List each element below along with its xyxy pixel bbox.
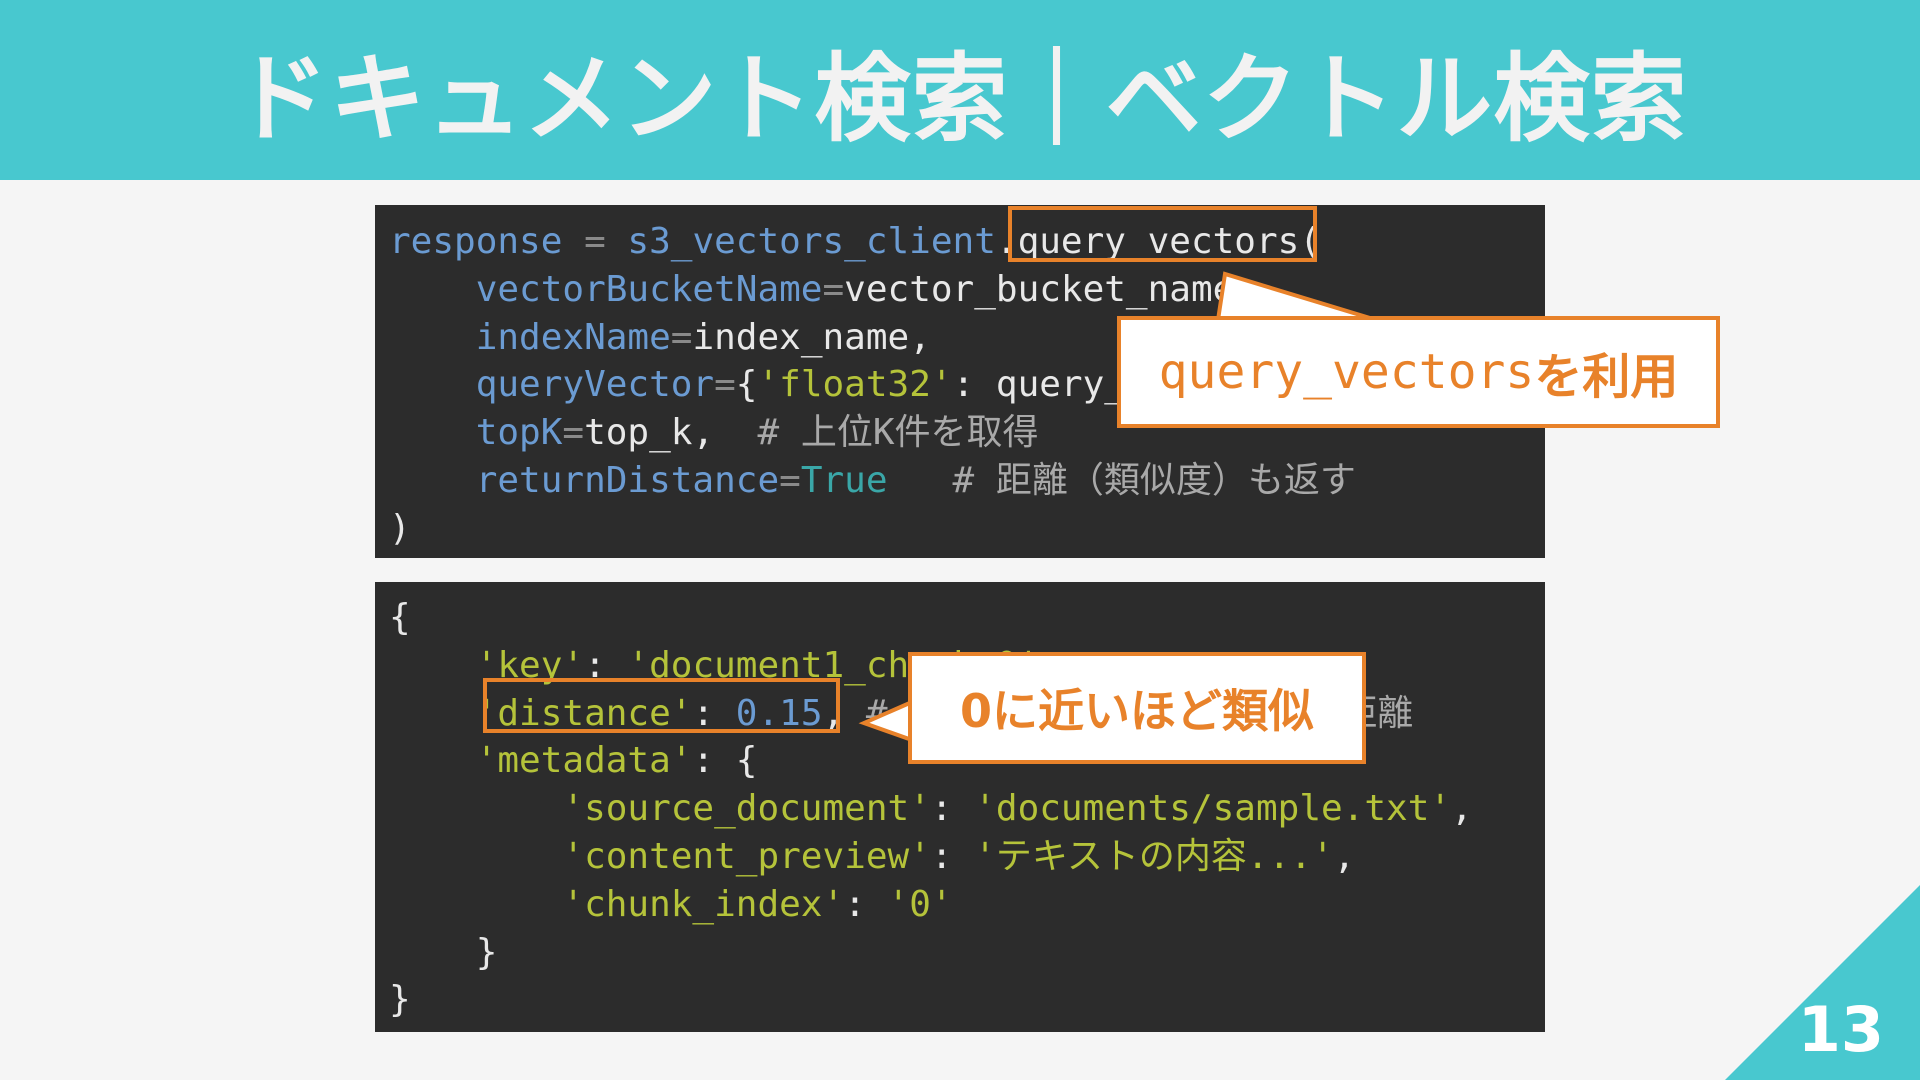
- code-token: 'content_preview': [389, 835, 931, 877]
- code-token: ,: [1333, 835, 1356, 877]
- code-token: topK: [389, 412, 563, 454]
- code-token: =: [670, 316, 693, 358]
- code-line: response = s3_vectors_client.query_vecto…: [389, 218, 1545, 266]
- callout-1-text: を利用: [1534, 349, 1679, 405]
- code-token: vector_bucket_name,: [844, 268, 1256, 310]
- callout-1-code: query_vectors: [1158, 344, 1535, 400]
- code-token: 'chunk_index': [389, 883, 845, 925]
- code-token: =: [714, 364, 736, 406]
- code-token: s3_vectors_client: [627, 221, 996, 262]
- slide-header: ドキュメント検索｜ベクトル検索: [0, 0, 1920, 180]
- code-token: queryVector: [389, 364, 715, 406]
- code-token: }: [389, 931, 498, 973]
- code-token: 'documents/sample.txt': [974, 788, 1452, 830]
- code-token: :: [930, 835, 975, 877]
- callout-query-vectors: query_vectors を利用: [1117, 316, 1720, 428]
- code-token: 'source_document': [389, 788, 931, 830]
- slide-title: ドキュメント検索｜ベクトル検索: [232, 42, 1688, 155]
- code-token: # 上位K件を取得: [714, 412, 1039, 454]
- code-token: 'float32': [757, 364, 953, 406]
- code-line: }: [389, 976, 1545, 1024]
- page-number: 13: [1797, 993, 1884, 1066]
- code-line: 'source_document': 'documents/sample.txt…: [389, 785, 1545, 833]
- code-token: :: [844, 883, 888, 925]
- code-token: top_k,: [584, 412, 715, 454]
- code-block-response: { 'key': 'document1_chunk_0', 'distance'…: [375, 582, 1545, 1032]
- code-token: }: [389, 979, 411, 1021]
- code-line: }: [389, 929, 1545, 977]
- callout-2-text: 0に近いほど類似: [959, 684, 1314, 738]
- code-line: ): [389, 505, 1545, 553]
- code-token: True: [800, 459, 888, 501]
- code-line: 'chunk_index': '0': [389, 881, 1545, 929]
- code-token: '0': [887, 883, 953, 925]
- code-token: =: [822, 268, 845, 310]
- code-token: # 距離（類似度）も返す: [887, 459, 1356, 501]
- code-token: 'テキストの内容...': [974, 835, 1334, 877]
- code-token: index_name,: [692, 316, 931, 358]
- code-token: : {: [692, 740, 758, 782]
- code-token: {: [389, 597, 411, 638]
- highlight-distance: [483, 678, 840, 733]
- code-token: 'metadata': [389, 740, 693, 782]
- code-line: returnDistance=True # 距離（類似度）も返す: [389, 457, 1545, 505]
- code-token: ,: [1451, 788, 1473, 830]
- code-token: indexName: [389, 316, 671, 358]
- code-token: :: [930, 788, 975, 830]
- code-token: ): [389, 507, 411, 549]
- code-token: {: [735, 364, 758, 406]
- code-token: returnDistance: [389, 459, 780, 501]
- code-token: =: [562, 221, 628, 262]
- code-line: 'content_preview': 'テキストの内容...',: [389, 833, 1545, 881]
- code-token: vectorBucketName: [389, 268, 823, 310]
- code-token: =: [779, 459, 801, 501]
- code-line: vectorBucketName=vector_bucket_name,: [389, 266, 1545, 314]
- code-line: {: [389, 594, 1545, 642]
- callout-distance: 0に近いほど類似: [908, 652, 1366, 764]
- code-token: response: [389, 221, 563, 262]
- highlight-query-vectors: [1008, 206, 1317, 262]
- code-token: =: [562, 412, 585, 454]
